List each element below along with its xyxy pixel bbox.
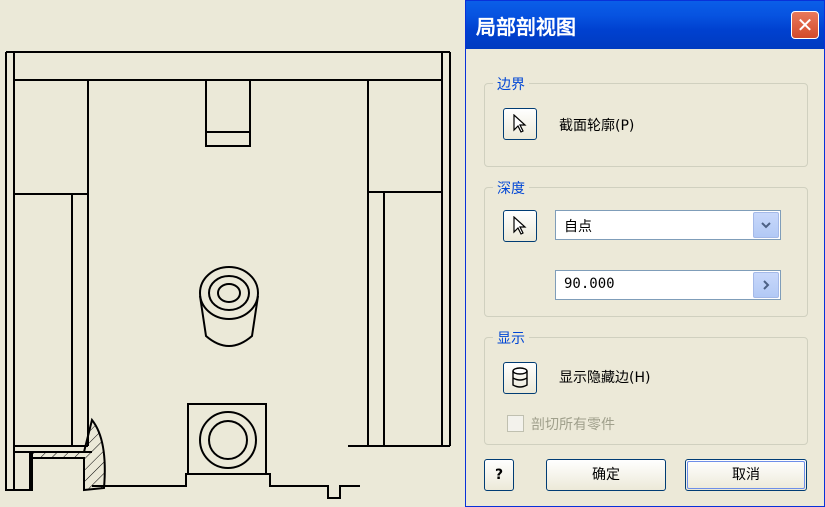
profile-select-button[interactable] — [503, 108, 537, 140]
depth-mode-value: 自点 — [564, 219, 592, 235]
boundary-group: 边界 截面轮廓(P) — [484, 74, 808, 167]
arrow-cursor-icon — [513, 114, 527, 133]
dialog-title: 局部剖视图 — [476, 15, 576, 39]
break-out-view-dialog: 局部剖视图 ✕ 边界 截面轮廓(P) 深度 自点 90.000 显示 显示隐藏边… — [465, 0, 825, 507]
help-button[interactable]: ? — [484, 459, 514, 491]
cut-all-parts-checkbox[interactable] — [507, 415, 524, 432]
ok-button[interactable]: 确定 — [546, 459, 666, 491]
depth-select-button[interactable] — [503, 210, 537, 242]
dialog-title-bar[interactable]: 局部剖视图 ✕ — [466, 1, 824, 49]
cylinder-icon — [512, 367, 528, 388]
depth-group-label: 深度 — [493, 178, 529, 198]
drawing-canvas[interactable] — [0, 0, 465, 507]
depth-mode-dropdown-arrow[interactable] — [753, 212, 779, 238]
profile-label: 截面轮廓(P) — [559, 118, 635, 134]
depth-group: 深度 自点 90.000 — [484, 178, 808, 317]
ok-button-label: 确定 — [592, 467, 620, 483]
chevron-right-icon — [763, 280, 770, 290]
boundary-group-label: 边界 — [493, 74, 529, 94]
depth-distance-value: 90.000 — [564, 276, 615, 292]
display-group: 显示 显示隐藏边(H) 剖切所有零件 — [484, 328, 808, 445]
close-button[interactable]: ✕ — [791, 11, 819, 39]
help-icon: ? — [494, 467, 504, 483]
chevron-down-icon — [761, 222, 771, 229]
display-group-label: 显示 — [493, 328, 529, 348]
close-icon: ✕ — [796, 13, 814, 37]
cancel-button[interactable]: 取消 — [685, 459, 807, 491]
depth-distance-field[interactable]: 90.000 — [555, 270, 781, 300]
show-hidden-edges-button[interactable] — [503, 362, 537, 394]
depth-distance-arrow-button[interactable] — [753, 272, 779, 298]
part-drawing — [5, 51, 451, 499]
cancel-button-label: 取消 — [732, 467, 760, 483]
depth-mode-dropdown[interactable]: 自点 — [555, 210, 781, 240]
show-hidden-edges-label: 显示隐藏边(H) — [559, 370, 651, 386]
arrow-cursor-icon — [513, 216, 527, 235]
cut-all-parts-label: 剖切所有零件 — [531, 417, 615, 433]
